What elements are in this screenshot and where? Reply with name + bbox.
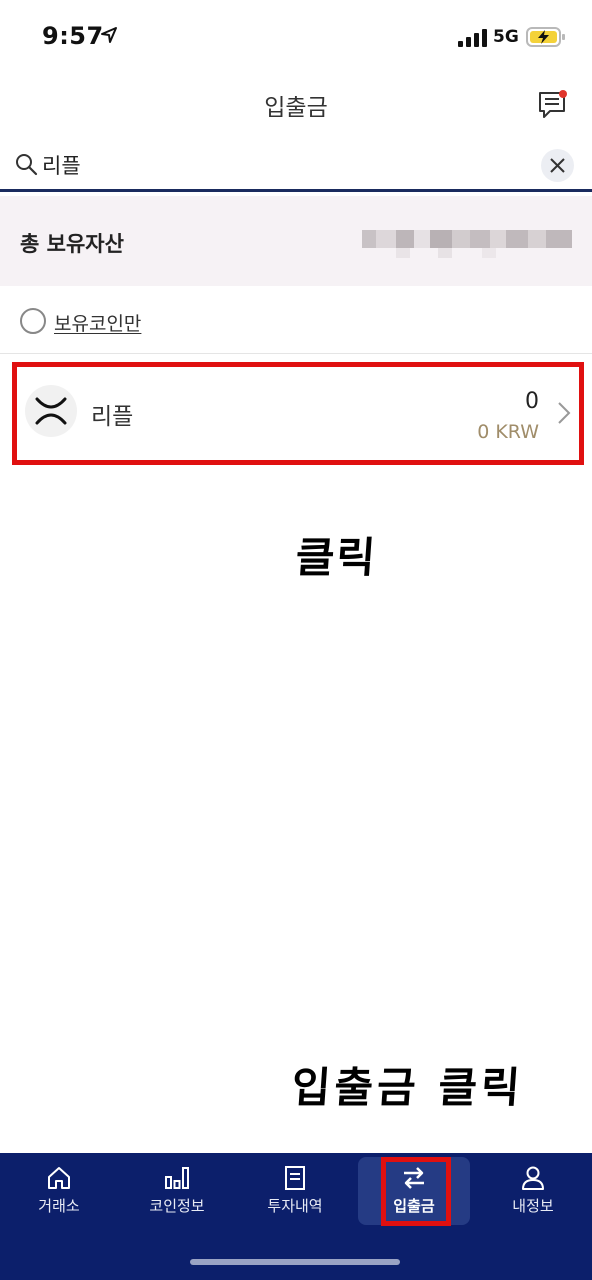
home-icon [48,1167,70,1189]
notification-dot [559,90,567,98]
total-assets-value-blurred [362,230,572,258]
status-time: 9:57 [42,22,104,50]
xrp-icon [25,385,77,437]
coin-amount: 0 [525,389,539,414]
nav-label-exchange: 거래소 [38,1197,80,1215]
coin-row-xrp[interactable]: 리플 0 0 KRW [12,362,584,465]
app-header: 입출금 [0,72,592,136]
owned-only-filter[interactable]: 보유코인만 [0,300,592,344]
clear-search-button[interactable] [541,149,574,182]
search-bar [0,140,592,192]
highlight-box-deposit-tab [381,1157,451,1226]
owned-only-radio[interactable] [20,308,46,334]
location-arrow-icon [101,27,117,43]
coin-name: 리플 [91,404,134,430]
total-assets-label: 총 보유자산 [20,232,124,256]
nav-item-coin-info[interactable]: 코인정보 [121,1157,233,1225]
coin-krw-value: 0 KRW [477,421,539,443]
network-label: 5G [493,27,519,47]
search-input[interactable] [42,148,522,182]
close-icon [550,158,565,173]
status-bar: 9:57 5G [0,0,592,72]
document-icon [285,1166,305,1190]
nav-item-my-info[interactable]: 내정보 [477,1157,589,1225]
divider [0,353,592,354]
search-icon [16,154,38,176]
home-indicator [190,1259,400,1265]
nav-label-my-info: 내정보 [512,1197,554,1215]
total-assets-panel: 총 보유자산 [0,196,592,286]
annotation-click-row: 클릭 [294,533,379,582]
nav-item-exchange[interactable]: 거래소 [3,1157,115,1225]
nav-label-investment-history: 투자내역 [267,1197,323,1215]
owned-only-label[interactable]: 보유코인만 [54,309,141,336]
annotation-click-tab: 입출금 클릭 [290,1063,526,1112]
page-title: 입출금 [264,95,328,121]
chevron-right-icon [558,402,571,424]
nav-label-coin-info: 코인정보 [149,1197,205,1215]
nav-item-investment-history[interactable]: 투자내역 [239,1157,351,1225]
battery-charging-icon [526,27,565,47]
bar-chart-icon [165,1167,189,1189]
signal-icon [458,29,487,47]
person-icon [522,1166,544,1190]
